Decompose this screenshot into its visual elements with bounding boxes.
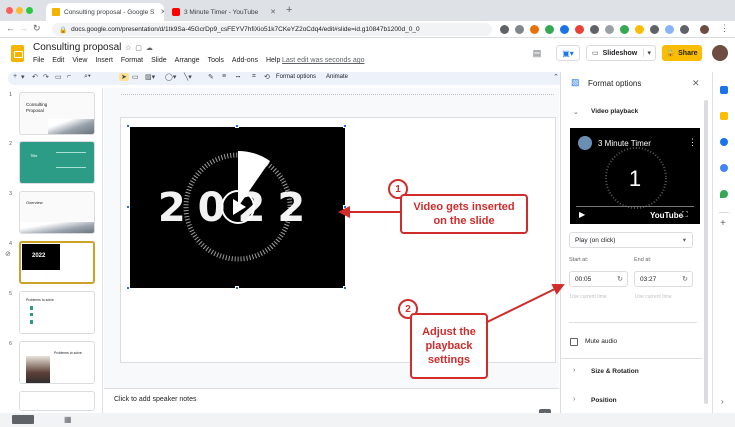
step-2-line-1: Adjust the xyxy=(422,326,476,338)
step-2-line-2: playback xyxy=(425,340,473,352)
step-2-callout: Adjust the playback settings xyxy=(410,313,488,379)
step-1-callout: Video gets inserted on the slide xyxy=(400,194,528,234)
annotation-arrows xyxy=(338,206,565,326)
step-1-line-2: on the slide xyxy=(433,215,495,227)
step-2-line-3: settings xyxy=(427,354,471,366)
step-1-line-1: Video gets inserted xyxy=(413,201,515,213)
screen: Consulting proposal - Google S ✕ 3 Minut… xyxy=(0,0,735,427)
